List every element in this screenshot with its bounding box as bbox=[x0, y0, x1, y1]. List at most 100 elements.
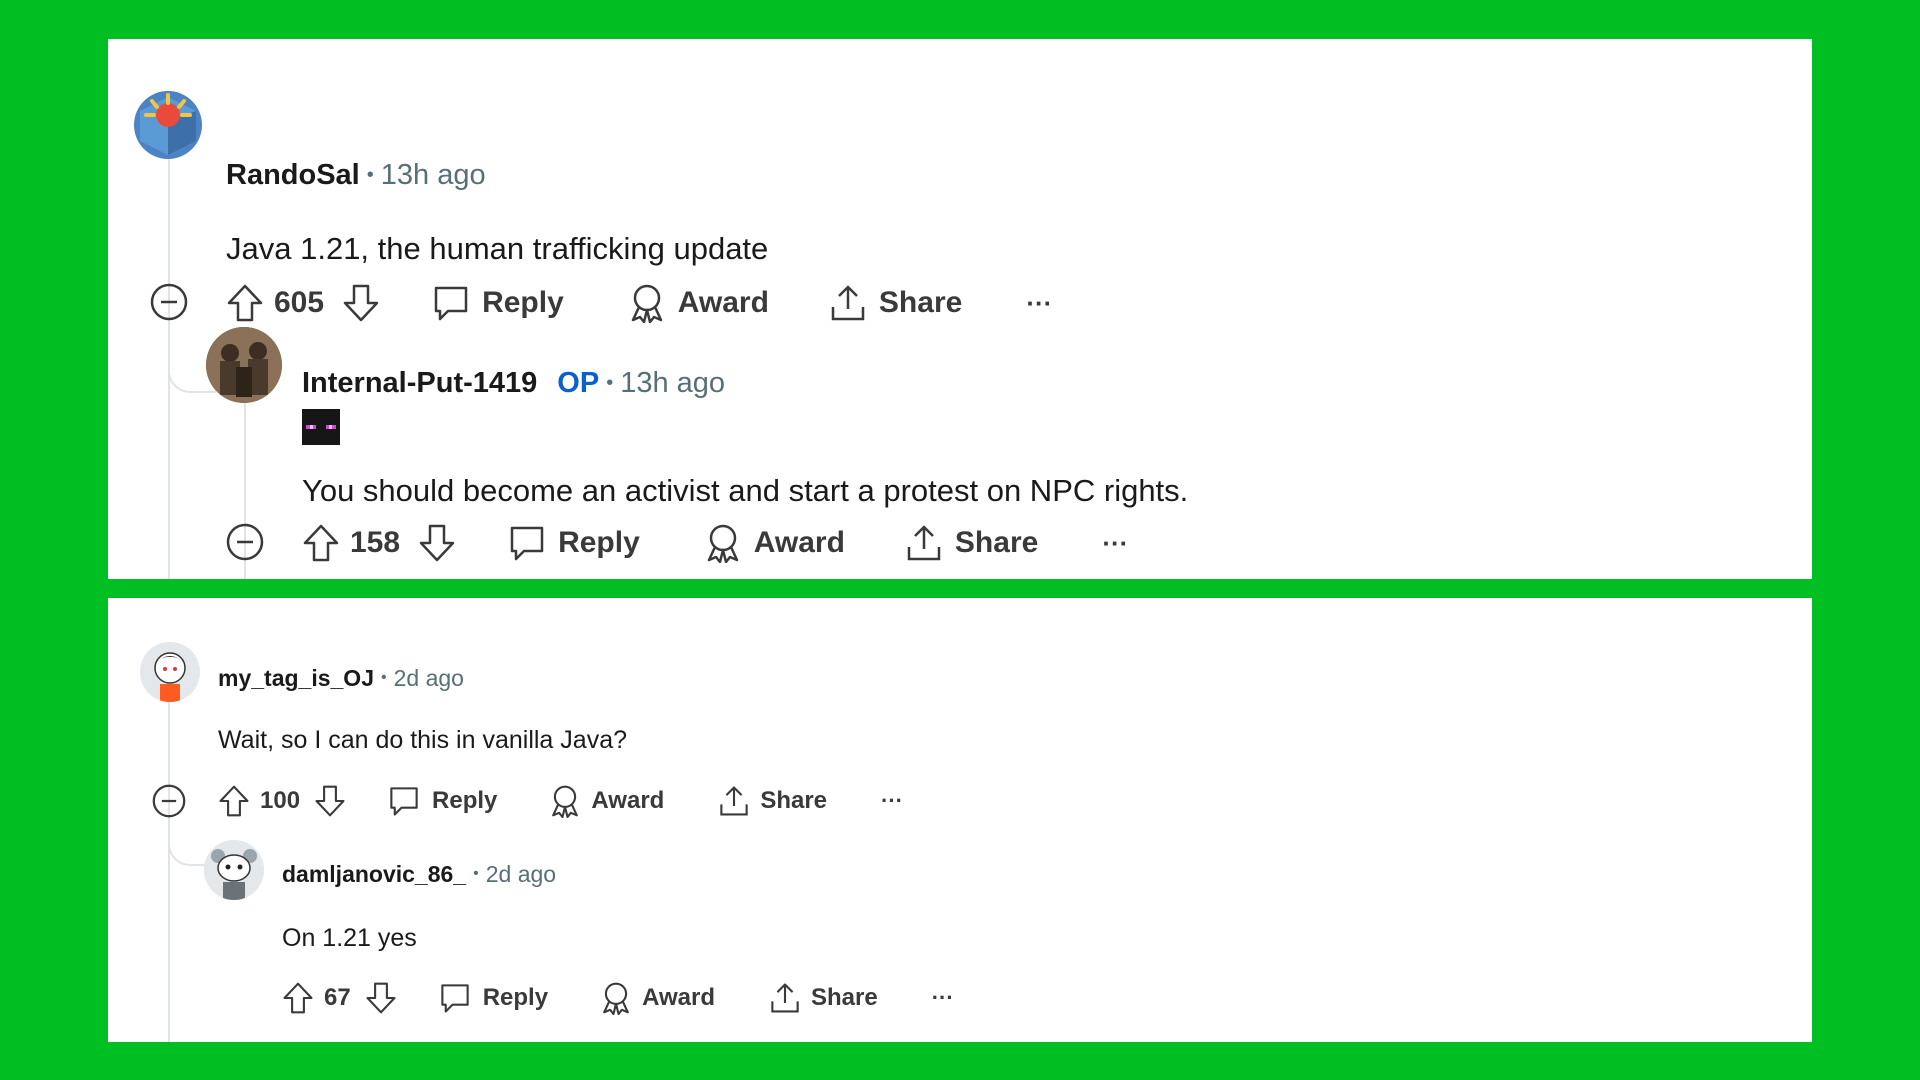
comment-text: Java 1.21, the human trafficking update bbox=[226, 231, 769, 266]
award-label: Award bbox=[591, 787, 665, 814]
reply-label: Reply bbox=[432, 787, 498, 814]
comment-text: Wait, so I can do this in vanilla Java? bbox=[218, 726, 627, 754]
separator-dot: • bbox=[606, 371, 614, 394]
minus-circle-icon bbox=[226, 523, 264, 561]
upvote-button[interactable] bbox=[226, 283, 264, 323]
collapse-button[interactable] bbox=[150, 283, 188, 326]
enderman-face-icon bbox=[302, 409, 340, 445]
award-button[interactable]: Award bbox=[704, 523, 845, 563]
timestamp[interactable]: 13h ago bbox=[381, 159, 486, 192]
collapse-button[interactable] bbox=[226, 523, 264, 566]
timestamp[interactable]: 13h ago bbox=[620, 367, 725, 400]
reply-text: On 1.21 yes bbox=[282, 924, 417, 952]
share-upload-icon bbox=[831, 285, 865, 321]
more-options-button[interactable]: ··· bbox=[1102, 528, 1128, 559]
comment-actions: 605 Reply Award Share ··· bbox=[226, 283, 1052, 323]
award-ribbon-icon bbox=[603, 982, 629, 1015]
avatar-icon bbox=[140, 93, 196, 155]
vote-count: 158 bbox=[350, 526, 401, 559]
op-badge: OP bbox=[557, 366, 600, 399]
thread-line bbox=[168, 670, 170, 1042]
downvote-button[interactable] bbox=[314, 784, 346, 818]
avatar-icon bbox=[204, 840, 264, 900]
avatar[interactable] bbox=[140, 642, 200, 702]
comment-meta: my_tag_is_OJ • 2d ago bbox=[218, 664, 464, 692]
avatar[interactable] bbox=[206, 327, 282, 403]
more-options-button[interactable]: ··· bbox=[881, 788, 903, 814]
username[interactable]: Internal-Put-1419 bbox=[302, 367, 537, 400]
minus-circle-icon bbox=[152, 784, 186, 818]
comment-bubble-icon bbox=[390, 787, 418, 816]
comment-bubble-icon bbox=[441, 984, 469, 1013]
username[interactable]: damljanovic_86_ bbox=[282, 861, 466, 888]
share-upload-icon bbox=[907, 525, 941, 561]
award-button[interactable]: Award bbox=[628, 283, 769, 323]
reply-actions: 158 Reply Award Share ··· bbox=[302, 523, 1128, 563]
award-ribbon-icon bbox=[631, 284, 663, 323]
reply-actions: 67 Reply Award Share ··· bbox=[282, 980, 954, 1016]
timestamp[interactable]: 2d ago bbox=[486, 861, 556, 888]
comment-thread-panel-top: RandoSal • 13h ago Java 1.21, the human … bbox=[108, 39, 1812, 579]
reply-button[interactable]: Reply bbox=[508, 524, 640, 562]
vote-count: 100 bbox=[260, 787, 301, 814]
award-ribbon-icon bbox=[552, 785, 579, 818]
share-button[interactable]: Share bbox=[718, 784, 827, 818]
award-label: Award bbox=[677, 286, 769, 319]
more-options-button[interactable]: ··· bbox=[932, 985, 954, 1011]
separator-dot: • bbox=[473, 865, 479, 882]
share-button[interactable]: Share bbox=[905, 523, 1038, 563]
share-label: Share bbox=[810, 984, 878, 1011]
more-options-button[interactable]: ··· bbox=[1026, 288, 1052, 319]
award-button[interactable]: Award bbox=[549, 784, 664, 818]
share-label: Share bbox=[954, 526, 1039, 559]
reply-button[interactable]: Reply bbox=[432, 284, 564, 322]
reply-meta: damljanovic_86_ • 2d ago bbox=[282, 860, 556, 888]
upvote-button[interactable] bbox=[302, 523, 340, 563]
award-label: Award bbox=[753, 526, 845, 559]
vote-count: 605 bbox=[274, 286, 325, 319]
user-flair bbox=[302, 409, 340, 450]
reply-button[interactable]: Reply bbox=[388, 785, 497, 817]
share-upload-icon bbox=[720, 786, 749, 816]
comment-actions: 100 Reply Award Share ··· bbox=[218, 783, 903, 819]
upvote-arrow-icon bbox=[283, 982, 313, 1014]
vote-count: 67 bbox=[324, 984, 351, 1011]
downvote-button[interactable] bbox=[365, 981, 397, 1015]
comment-bubble-icon bbox=[510, 526, 544, 561]
avatar-icon bbox=[140, 642, 200, 702]
upvote-button[interactable] bbox=[218, 784, 250, 818]
comment-thread-panel-bottom: my_tag_is_OJ • 2d ago Wait, so I can do … bbox=[108, 598, 1812, 1042]
timestamp[interactable]: 2d ago bbox=[394, 665, 464, 692]
avatar[interactable] bbox=[134, 91, 202, 159]
reply-label: Reply bbox=[482, 984, 549, 1011]
share-button[interactable]: Share bbox=[769, 981, 878, 1015]
downvote-button[interactable] bbox=[418, 523, 456, 563]
avatar-icon bbox=[206, 327, 282, 403]
award-label: Award bbox=[642, 984, 715, 1011]
comment-bubble-icon bbox=[434, 286, 468, 321]
share-upload-icon bbox=[771, 983, 799, 1013]
upvote-arrow-icon bbox=[219, 785, 249, 817]
reply-meta: Internal-Put-1419 OP • 13h ago bbox=[302, 365, 725, 401]
reply-button[interactable]: Reply bbox=[439, 982, 548, 1014]
collapse-button[interactable] bbox=[152, 784, 186, 823]
separator-dot: • bbox=[380, 669, 387, 686]
username[interactable]: my_tag_is_OJ bbox=[218, 665, 374, 692]
reply-label: Reply bbox=[482, 286, 564, 319]
username[interactable]: RandoSal bbox=[226, 159, 360, 192]
downvote-arrow-icon bbox=[419, 524, 455, 562]
reply-label: Reply bbox=[558, 526, 640, 559]
share-label: Share bbox=[878, 286, 963, 319]
reply-text: You should become an activist and start … bbox=[302, 473, 1189, 508]
upvote-button[interactable] bbox=[282, 981, 314, 1015]
minus-circle-icon bbox=[150, 283, 188, 321]
avatar[interactable] bbox=[204, 840, 264, 900]
award-button[interactable]: Award bbox=[600, 981, 715, 1015]
upvote-arrow-icon bbox=[227, 284, 263, 322]
downvote-arrow-icon bbox=[343, 284, 379, 322]
award-ribbon-icon bbox=[707, 524, 739, 563]
share-button[interactable]: Share bbox=[829, 283, 962, 323]
upvote-arrow-icon bbox=[303, 524, 339, 562]
downvote-button[interactable] bbox=[342, 283, 380, 323]
comment-meta: RandoSal • 13h ago bbox=[226, 157, 486, 193]
